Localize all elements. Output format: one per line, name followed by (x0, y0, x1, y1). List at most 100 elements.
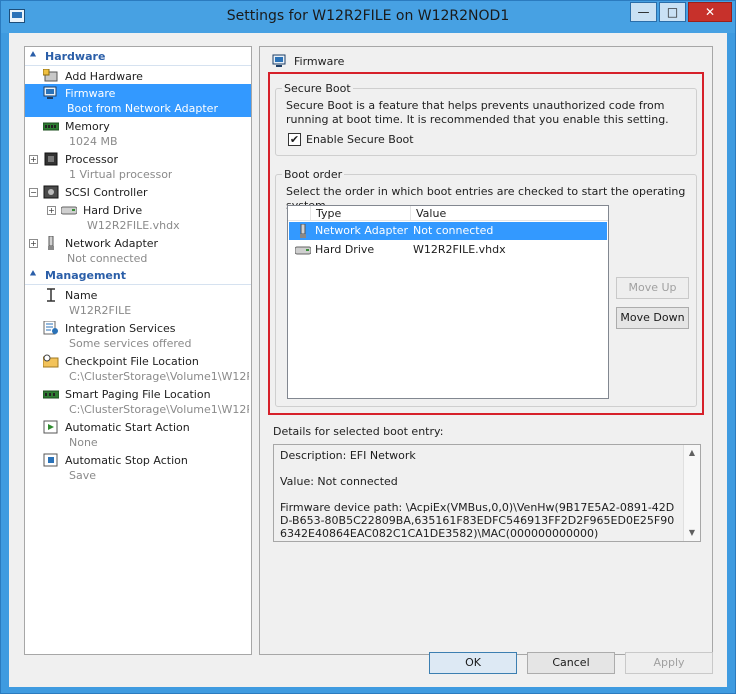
firmware-icon (43, 86, 57, 99)
boot-entry-row[interactable]: Network Adapter Not connected (289, 222, 607, 240)
tree-item-subtitle: Not connected (67, 252, 148, 265)
tree-item-label: Smart Paging File Location (65, 388, 211, 401)
tree-item-add-hardware[interactable]: Add Hardware (25, 67, 251, 84)
enable-secure-boot-checkbox[interactable]: ✔ (288, 133, 301, 146)
tree-item-firmware[interactable]: Firmware Boot from Network Adapter (25, 84, 251, 117)
collapse-chevron-icon[interactable]: ⯅ (29, 50, 37, 61)
management-group-header[interactable]: ⯅ Management (25, 268, 251, 285)
details-value: Value: Not connected (280, 475, 398, 488)
scroll-up-arrow-icon[interactable]: ▲ (684, 445, 700, 461)
boot-entry-row[interactable]: Hard Drive W12R2FILE.vhdx (289, 241, 607, 259)
tree-item-subtitle: 1 Virtual processor (69, 168, 173, 181)
collapse-minus-icon[interactable]: − (29, 188, 38, 197)
group-divider (25, 284, 251, 285)
tree-item-label: Name (65, 289, 98, 302)
column-header-value[interactable]: Value (416, 207, 446, 220)
collapse-chevron-icon[interactable]: ⯅ (29, 269, 37, 280)
secure-boot-description: Secure Boot is a feature that helps prev… (286, 99, 669, 126)
cancel-button[interactable]: Cancel (527, 652, 615, 674)
hardware-group-label: Hardware (45, 50, 106, 63)
firmware-icon (272, 54, 286, 67)
tree-item-processor[interactable]: + Processor 1 Virtual processor (25, 150, 251, 183)
tree-item-label: Checkpoint File Location (65, 355, 199, 368)
tree-item-subtitle: None (69, 436, 98, 449)
add-hardware-icon (43, 69, 58, 82)
tree-item-hard-drive[interactable]: + Hard Drive W12R2FILE.vhdx (25, 201, 251, 234)
smart-paging-icon (43, 390, 59, 399)
tree-item-subtitle: C:\ClusterStorage\Volume1\W12R... (69, 403, 249, 416)
move-up-button[interactable]: Move Up (616, 277, 689, 299)
details-scrollbar[interactable]: ▲ ▼ (683, 445, 700, 541)
processor-icon (44, 152, 58, 166)
column-header-type[interactable]: Type (316, 207, 341, 220)
tree-item-subtitle: 1024 MB (69, 135, 118, 148)
network-adapter-icon (48, 236, 54, 250)
tree-item-subtitle: W12R2FILE.vhdx (87, 219, 180, 232)
tree-item-label: Processor (65, 153, 118, 166)
maximize-button[interactable]: □ (659, 2, 686, 22)
tree-item-network-adapter[interactable]: + Network Adapter Not connected (25, 234, 251, 267)
tree-item-label: Automatic Stop Action (65, 454, 188, 467)
tree-item-memory[interactable]: Memory 1024 MB (25, 117, 251, 150)
automatic-start-icon (43, 420, 58, 434)
tree-item-name[interactable]: Name W12R2FILE (25, 286, 251, 319)
details-text: Description: EFI Network Value: Not conn… (280, 449, 680, 553)
memory-icon (43, 122, 59, 131)
expand-plus-icon[interactable]: + (29, 155, 38, 164)
boot-entry-type: Network Adapter (315, 224, 409, 237)
enable-secure-boot-label: Enable Secure Boot (306, 133, 414, 146)
tree-item-subtitle: C:\ClusterStorage\Volume1\W12R... (69, 370, 249, 383)
tree-item-checkpoint-file-location[interactable]: Checkpoint File Location C:\ClusterStora… (25, 352, 251, 385)
hardware-group-header[interactable]: ⯅ Hardware (25, 49, 251, 66)
settings-window: Settings for W12R2FILE on W12R2NOD1 — □ … (0, 0, 736, 694)
tree-item-label: Hard Drive (83, 204, 143, 217)
boot-entry-details-box[interactable]: Description: EFI Network Value: Not conn… (273, 444, 701, 542)
details-label: Details for selected boot entry: (273, 425, 444, 438)
column-separator (410, 206, 411, 221)
tree-item-label: Add Hardware (65, 70, 143, 83)
tree-item-label: Integration Services (65, 322, 176, 335)
details-description: Description: EFI Network (280, 449, 416, 462)
tree-item-automatic-start-action[interactable]: Automatic Start Action None (25, 418, 251, 451)
boot-order-list[interactable]: Type Value Network Adapter Not connected… (287, 205, 609, 399)
tree-item-integration-services[interactable]: Integration Services Some services offer… (25, 319, 251, 352)
scsi-controller-icon (43, 185, 59, 199)
pane-title: Firmware (294, 55, 345, 68)
name-icon (47, 288, 55, 302)
secure-boot-group-title: Secure Boot (282, 82, 353, 95)
checkpoint-folder-icon (43, 354, 59, 368)
boot-entry-value: W12R2FILE.vhdx (413, 243, 506, 256)
details-firmware-path: Firmware device path: \AcpiEx(VMBus,0,0)… (280, 501, 675, 540)
hard-drive-icon (295, 246, 311, 255)
tree-item-automatic-stop-action[interactable]: Automatic Stop Action Save (25, 451, 251, 484)
settings-tree[interactable]: ⯅ Hardware Add Hardware Firmware Boot fr… (24, 46, 252, 655)
management-group-label: Management (45, 269, 126, 282)
window-title: Settings for W12R2FILE on W12R2NOD1 (226, 8, 510, 24)
network-adapter-icon (300, 224, 306, 238)
tree-item-subtitle: Boot from Network Adapter (67, 102, 218, 115)
tree-item-smart-paging-file-location[interactable]: Smart Paging File Location C:\ClusterSto… (25, 385, 251, 418)
tree-item-scsi-controller[interactable]: − SCSI Controller (25, 183, 251, 200)
dialog-client-area: ⯅ Hardware Add Hardware Firmware Boot fr… (9, 33, 727, 687)
hard-drive-icon (61, 206, 77, 215)
boot-entry-value: Not connected (413, 224, 494, 237)
title-bar[interactable]: Settings for W12R2FILE on W12R2NOD1 — □ … (1, 1, 735, 33)
minimize-button[interactable]: — (630, 2, 657, 22)
tree-item-label: Memory (65, 120, 110, 133)
tree-item-subtitle: Some services offered (69, 337, 192, 350)
close-button[interactable]: ✕ (688, 2, 732, 22)
ok-button[interactable]: OK (429, 652, 517, 674)
apply-button[interactable]: Apply (625, 652, 713, 674)
tree-item-label: Network Adapter (65, 237, 159, 250)
move-down-button[interactable]: Move Down (616, 307, 689, 329)
expand-plus-icon[interactable]: + (47, 206, 56, 215)
boot-order-list-header: Type Value (288, 206, 608, 221)
tree-item-subtitle: Save (69, 469, 97, 482)
expand-plus-icon[interactable]: + (29, 239, 38, 248)
tree-item-subtitle: W12R2FILE (69, 304, 132, 317)
group-divider (25, 65, 251, 66)
tree-item-label: Automatic Start Action (65, 421, 190, 434)
boot-order-group-title: Boot order (282, 168, 345, 181)
scroll-down-arrow-icon[interactable]: ▼ (684, 525, 700, 541)
integration-services-icon (43, 321, 58, 335)
